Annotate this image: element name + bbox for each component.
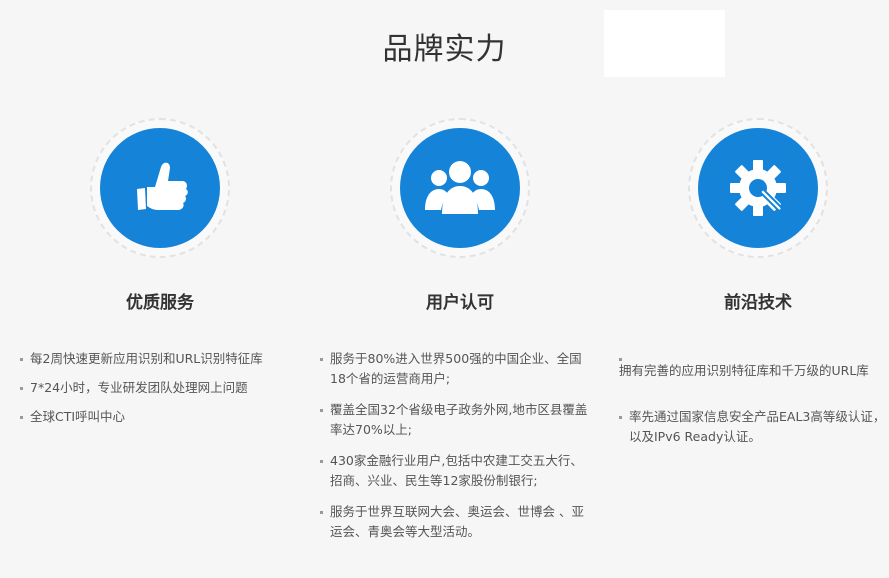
list-item: 430家金融行业用户,包括中农建工交五大行、招商、兴业、民生等12家股份制银行; <box>320 451 590 491</box>
user-recognition-list: 服务于80%进入世界500强的中国企业、全国18个省的运营商用户; 覆盖全国32… <box>320 349 590 553</box>
icon-circle-outline <box>90 118 230 258</box>
icon-circle-outline <box>688 118 828 258</box>
icon-circle <box>400 128 520 248</box>
frontier-tech-list: 拥有完善的应用识别特征库和千万级的URL库 率先通过国家信息安全产品EAL3高等… <box>619 349 889 456</box>
icon-circle <box>698 128 818 248</box>
icon-circle-outline <box>390 118 530 258</box>
list-item: 服务于80%进入世界500强的中国企业、全国18个省的运营商用户; <box>320 349 590 389</box>
blank-panel <box>604 10 725 77</box>
gear-wrench-icon <box>730 160 786 216</box>
quality-service-list: 每2周快速更新应用识别和URL识别特征库 7*24小时，专业研发团队处理网上问题… <box>20 349 290 436</box>
list-item: 全球CTI呼叫中心 <box>20 407 290 427</box>
list-item: 率先通过国家信息安全产品EAL3高等级认证，以及IPv6 Ready认证。 <box>619 407 889 447</box>
page-title: 品牌实力 <box>382 32 507 67</box>
icon-circle <box>100 128 220 248</box>
list-item: 每2周快速更新应用识别和URL识别特征库 <box>20 349 290 369</box>
feature-title: 用户认可 <box>426 293 494 313</box>
feature-title: 优质服务 <box>126 293 194 313</box>
thumbs-up-icon <box>137 162 188 210</box>
list-item: 服务于世界互联网大会、奥运会、世博会 、亚运会、青奥会等大型活动。 <box>320 502 590 542</box>
list-item: 拥有完善的应用识别特征库和千万级的URL库 <box>619 363 869 378</box>
users-group-icon <box>425 161 495 214</box>
list-item: 覆盖全国32个省级电子政务外网,地市区县覆盖率达70%以上; <box>320 400 590 440</box>
feature-title: 前沿技术 <box>724 293 792 313</box>
list-item: 7*24小时，专业研发团队处理网上问题 <box>20 378 290 398</box>
list-bullet <box>619 349 889 361</box>
